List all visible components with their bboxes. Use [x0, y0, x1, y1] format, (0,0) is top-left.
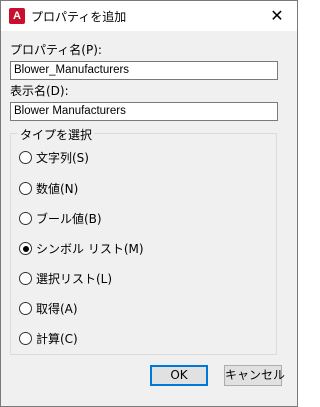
radio-selected-dot	[22, 245, 29, 252]
radio-button[interactable]	[19, 182, 32, 195]
dialog-title: プロパティを追加	[31, 10, 127, 24]
title-bar: A プロパティを追加 ✕	[1, 1, 297, 31]
radio-button[interactable]	[19, 212, 32, 225]
radio-label: 取得(A)	[36, 302, 78, 316]
display-name-input[interactable]: Blower Manufacturers	[10, 102, 278, 121]
display-name-label: 表示名(D):	[10, 84, 69, 98]
radio-button[interactable]	[19, 332, 32, 345]
radio-number[interactable]: 数値(N)	[19, 181, 219, 197]
property-name-label: プロパティ名(P):	[10, 43, 102, 57]
radio-selection-list[interactable]: 選択リスト(L)	[19, 271, 219, 287]
type-group-caption: タイプを選択	[18, 126, 95, 143]
radio-label: シンボル リスト(M)	[36, 242, 144, 256]
radio-label: 選択リスト(L)	[36, 272, 113, 286]
radio-string[interactable]: 文字列(S)	[19, 150, 219, 166]
radio-acquire[interactable]: 取得(A)	[19, 301, 219, 317]
close-icon: ✕	[270, 6, 284, 25]
property-name-input[interactable]: Blower_Manufacturers	[10, 61, 278, 80]
radio-label: 数値(N)	[36, 182, 79, 196]
ok-button[interactable]: OK	[150, 365, 208, 386]
radio-button[interactable]	[19, 272, 32, 285]
radio-symbol-list[interactable]: シンボル リスト(M)	[19, 241, 219, 257]
radio-button[interactable]	[19, 302, 32, 315]
radio-label: 計算(C)	[36, 332, 78, 346]
radio-label: ブール値(B)	[36, 212, 102, 226]
radio-label: 文字列(S)	[36, 151, 89, 165]
close-button[interactable]: ✕	[257, 1, 297, 31]
autocad-app-icon: A	[9, 8, 25, 24]
radio-boolean[interactable]: ブール値(B)	[19, 211, 219, 227]
radio-calculate[interactable]: 計算(C)	[19, 331, 219, 347]
add-property-dialog: A プロパティを追加 ✕ プロパティ名(P): Blower_Manufactu…	[0, 0, 298, 407]
cancel-button[interactable]: キャンセル	[224, 365, 285, 386]
radio-button[interactable]	[19, 151, 32, 164]
radio-button-selected[interactable]	[19, 242, 32, 255]
